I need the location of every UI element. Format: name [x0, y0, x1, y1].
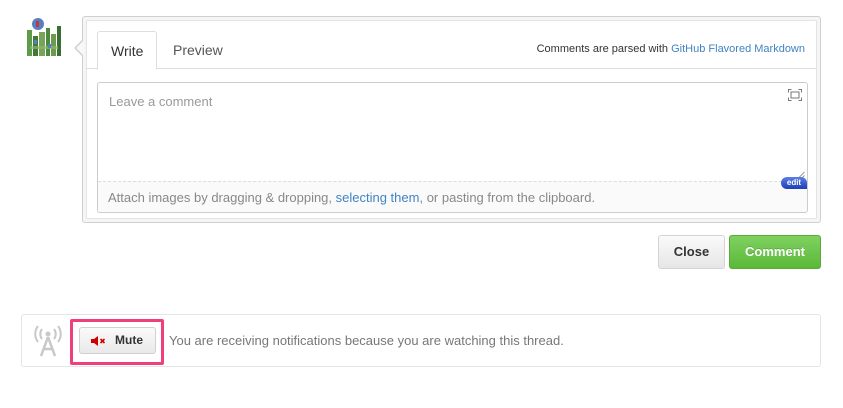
- select-files-link[interactable]: selecting them: [336, 190, 420, 205]
- tab-write[interactable]: Write: [97, 31, 158, 70]
- broadcast-icon: [34, 325, 62, 357]
- user-avatar[interactable]: [24, 16, 66, 60]
- notification-bar: Mute You are receiving notifications bec…: [21, 314, 821, 367]
- comment-textarea[interactable]: [98, 83, 807, 181]
- edit-badge[interactable]: edit: [781, 177, 807, 189]
- close-issue-button[interactable]: Close: [658, 235, 725, 269]
- comment-tabs: Write Preview Comments are parsed with G…: [87, 21, 816, 70]
- attach-images-bar[interactable]: Attach images by dragging & dropping, se…: [98, 181, 807, 212]
- mute-button[interactable]: Mute: [79, 327, 156, 354]
- markdown-note-text: Comments are parsed with: [536, 43, 672, 55]
- fullscreen-icon[interactable]: [788, 89, 802, 101]
- markdown-help-link[interactable]: GitHub Flavored Markdown: [671, 43, 805, 55]
- attach-text-suffix: , or pasting from the clipboard.: [419, 190, 596, 205]
- attach-text-prefix: Attach images by dragging & dropping,: [108, 190, 336, 205]
- notification-message: You are receiving notifications because …: [169, 333, 564, 348]
- comment-button[interactable]: Comment: [729, 235, 821, 269]
- avatar-image: [24, 16, 66, 60]
- tab-preview[interactable]: Preview: [160, 31, 236, 70]
- markdown-note: Comments are parsed with GitHub Flavored…: [537, 43, 805, 55]
- mute-button-label: Mute: [115, 333, 143, 347]
- comment-form: Write Preview Comments are parsed with G…: [74, 16, 821, 223]
- comment-form-inner: Write Preview Comments are parsed with G…: [86, 20, 817, 219]
- comment-textarea-wrapper: Attach images by dragging & dropping, se…: [97, 82, 808, 213]
- speaker-mute-icon: [91, 336, 106, 346]
